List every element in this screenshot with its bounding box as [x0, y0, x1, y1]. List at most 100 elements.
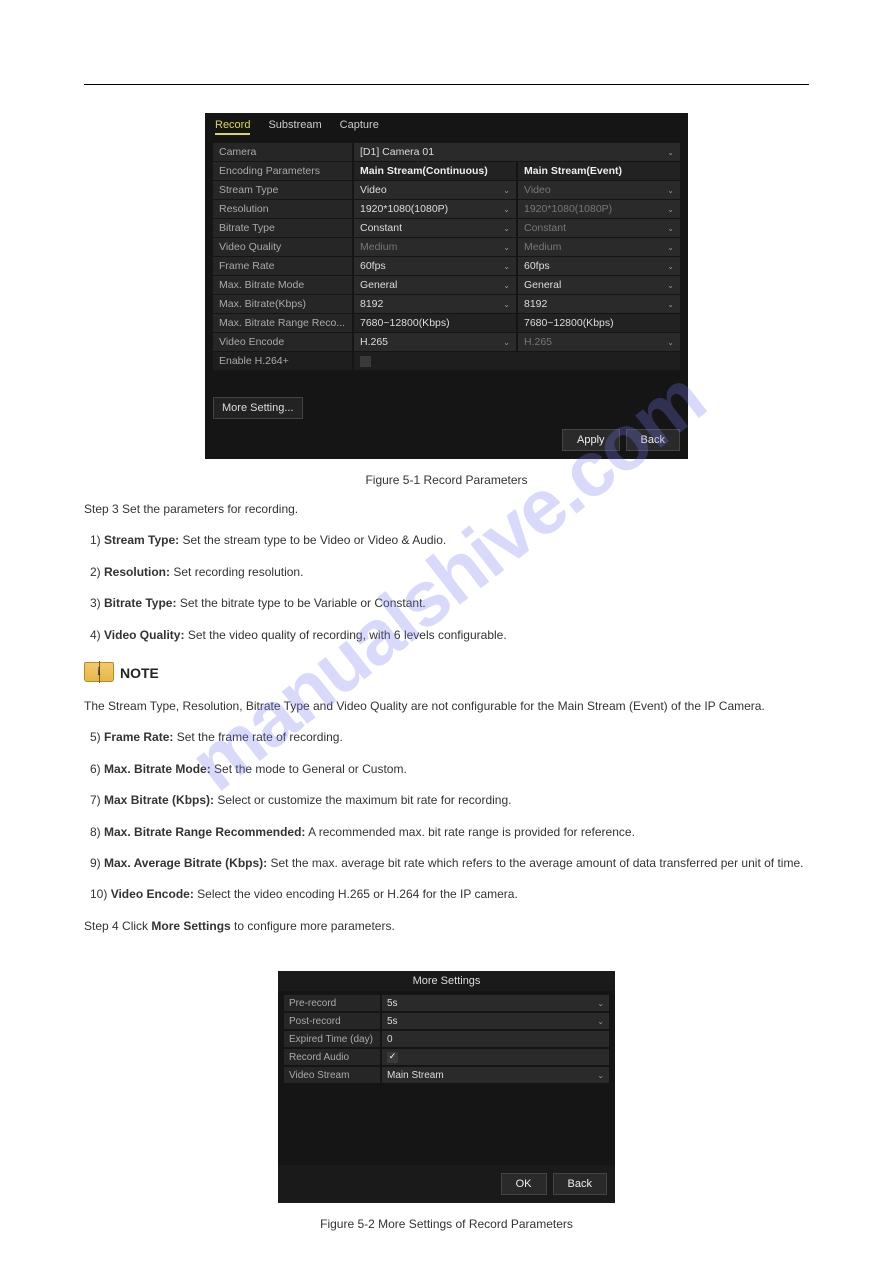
select-streamtype-1-value: Video: [360, 184, 387, 196]
bullet-maxbitrate: 7) Max Bitrate (Kbps): Select or customi…: [90, 792, 809, 809]
label-recordaudio: Record Audio: [284, 1049, 380, 1065]
select-prerecord[interactable]: 5s⌄: [382, 995, 609, 1011]
label-framerate: Frame Rate: [213, 257, 352, 275]
chevron-down-icon: ⌄: [667, 300, 674, 309]
select-videostream[interactable]: Main Stream⌄: [382, 1067, 609, 1083]
label-postrecord: Post-record: [284, 1013, 380, 1029]
chevron-down-icon: ⌄: [503, 300, 510, 309]
row-camera: Camera [D1] Camera 01 ⌄: [213, 143, 680, 161]
chevron-down-icon: ⌄: [503, 224, 510, 233]
chevron-down-icon: ⌄: [503, 243, 510, 252]
select-maxbitrate-1-value: 8192: [360, 298, 383, 310]
figure-caption-1: Figure 5-1 Record Parameters: [84, 473, 809, 487]
bullet-maxbitraterange-t: A recommended max. bit rate range is pro…: [305, 825, 635, 839]
input-expiredtime[interactable]: 0: [382, 1031, 609, 1047]
select-postrecord[interactable]: 5s⌄: [382, 1013, 609, 1029]
value-maxbitraterange-2-text: 7680~12800(Kbps): [524, 317, 614, 329]
select-maxbitratemode-2-value: General: [524, 279, 561, 291]
chevron-down-icon: ⌄: [597, 1071, 604, 1080]
ok-button[interactable]: OK: [501, 1173, 547, 1195]
select-maxbitratemode-1-value: General: [360, 279, 397, 291]
row-videoencode: Video Encode H.265⌄ H.265⌄: [213, 333, 680, 351]
more-setting-button[interactable]: More Setting...: [213, 397, 303, 419]
select-maxbitratemode-1[interactable]: General⌄: [354, 276, 516, 294]
row-encoding: Encoding Parameters Main Stream(Continuo…: [213, 162, 680, 180]
step3-text: Step 3 Set the parameters for recording.: [84, 501, 809, 518]
tab-record[interactable]: Record: [215, 119, 250, 135]
step4-post: to configure more parameters.: [231, 919, 395, 933]
select-camera[interactable]: [D1] Camera 01 ⌄: [354, 143, 680, 161]
apply-button[interactable]: Apply: [562, 429, 620, 451]
row-maxbitraterange: Max. Bitrate Range Reco... 7680~12800(Kb…: [213, 314, 680, 332]
checkbox-recordaudio[interactable]: [387, 1052, 398, 1063]
select-resolution-2: 1920*1080(1080P) ⌄: [518, 200, 680, 218]
select-framerate-1-value: 60fps: [360, 260, 386, 272]
back-button[interactable]: Back: [626, 429, 680, 451]
select-maxbitrate-2[interactable]: 8192⌄: [518, 295, 680, 313]
bullet-streamtype: 1) Stream Type: Set the stream type to b…: [90, 532, 809, 549]
select-framerate-1[interactable]: 60fps ⌄: [354, 257, 516, 275]
bullet-videoencode-t: Select the video encoding H.265 or H.264…: [194, 887, 518, 901]
label-streamtype: Stream Type: [213, 181, 352, 199]
row-prerecord: Pre-record 5s⌄: [284, 995, 609, 1011]
note-block: i NOTE: [84, 662, 809, 684]
chevron-down-icon: ⌄: [503, 205, 510, 214]
checkbox-enableh264plus-cell: [354, 352, 680, 370]
back-button-2[interactable]: Back: [553, 1173, 607, 1195]
bullet-resolution-b: Resolution:: [104, 565, 170, 579]
select-bitratetype-1[interactable]: Constant⌄: [354, 219, 516, 237]
chevron-down-icon: ⌄: [667, 338, 674, 347]
chevron-down-icon: ⌄: [667, 205, 674, 214]
col-mainstream-continuous-value: Main Stream(Continuous): [360, 165, 488, 177]
chevron-down-icon: ⌄: [667, 186, 674, 195]
select-maxbitrate-1[interactable]: 8192 ⌄: [354, 295, 516, 313]
select-videoquality-1: Medium ⌄: [354, 238, 516, 256]
step4-btn: More Settings: [151, 919, 230, 933]
value-maxbitraterange-2: 7680~12800(Kbps): [518, 314, 680, 332]
note-text-body: The Stream Type, Resolution, Bitrate Typ…: [84, 698, 809, 715]
select-videoquality-2: Medium⌄: [518, 238, 680, 256]
label-maxbitraterange: Max. Bitrate Range Reco...: [213, 314, 352, 332]
bullet-framerate-b: Frame Rate:: [104, 730, 173, 744]
select-bitratetype-2: Constant⌄: [518, 219, 680, 237]
row-maxbitratemode: Max. Bitrate Mode General⌄ General⌄: [213, 276, 680, 294]
bullet-videoquality-b: Video Quality:: [104, 628, 184, 642]
row-resolution: Resolution 1920*1080(1080P)⌄ 1920*1080(1…: [213, 200, 680, 218]
bullet-maxavgbitrate-b: Max. Average Bitrate (Kbps):: [104, 856, 267, 870]
bullet-streamtype-t: Set the stream type to be Video or Video…: [179, 533, 446, 547]
chevron-down-icon: ⌄: [667, 243, 674, 252]
select-resolution-2-value: 1920*1080(1080P): [524, 203, 612, 215]
panel1-footer: Apply Back: [205, 419, 688, 459]
record-parameters-panel: Record Substream Capture Camera [D1] Cam…: [205, 113, 688, 459]
checkbox-recordaudio-cell: [382, 1049, 609, 1065]
col-mainstream-event: Main Stream(Event): [518, 162, 680, 180]
bullet-framerate-t: Set the frame rate of recording.: [173, 730, 342, 744]
select-streamtype-1[interactable]: Video ⌄: [354, 181, 516, 199]
bullet-resolution: 2) Resolution: Set recording resolution.: [90, 564, 809, 581]
row-bitratetype: Bitrate Type Constant⌄ Constant⌄: [213, 219, 680, 237]
chevron-down-icon: ⌄: [667, 148, 674, 157]
checkbox-enableh264plus[interactable]: [360, 356, 371, 367]
select-resolution-1[interactable]: 1920*1080(1080P)⌄: [354, 200, 516, 218]
bullet-videoquality-t: Set the video quality of recording, with…: [184, 628, 506, 642]
label-maxbitratemode: Max. Bitrate Mode: [213, 276, 352, 294]
row-videoquality: Video Quality Medium⌄ Medium⌄: [213, 238, 680, 256]
chevron-down-icon: ⌄: [503, 186, 510, 195]
chevron-down-icon: ⌄: [503, 262, 510, 271]
select-framerate-2[interactable]: 60fps⌄: [518, 257, 680, 275]
back-button-2-label: Back: [568, 1178, 592, 1190]
row-enableh264plus: Enable H.264+: [213, 352, 680, 370]
header-rule: [84, 84, 809, 85]
chevron-down-icon: ⌄: [667, 281, 674, 290]
tab-substream[interactable]: Substream: [268, 119, 321, 135]
select-videoencode-1[interactable]: H.265⌄: [354, 333, 516, 351]
row-framerate: Frame Rate 60fps⌄ 60fps⌄: [213, 257, 680, 275]
step3-body: Set the parameters for recording.: [119, 502, 298, 516]
select-videoquality-1-value: Medium: [360, 241, 397, 253]
step4-text: Step 4 Click More Settings to configure …: [84, 918, 809, 935]
tab-capture[interactable]: Capture: [340, 119, 379, 135]
tab-capture-label: Capture: [340, 119, 379, 131]
label-encoding: Encoding Parameters: [213, 162, 352, 180]
col-mainstream-event-value: Main Stream(Event): [524, 165, 622, 177]
select-maxbitratemode-2[interactable]: General ⌄: [518, 276, 680, 294]
